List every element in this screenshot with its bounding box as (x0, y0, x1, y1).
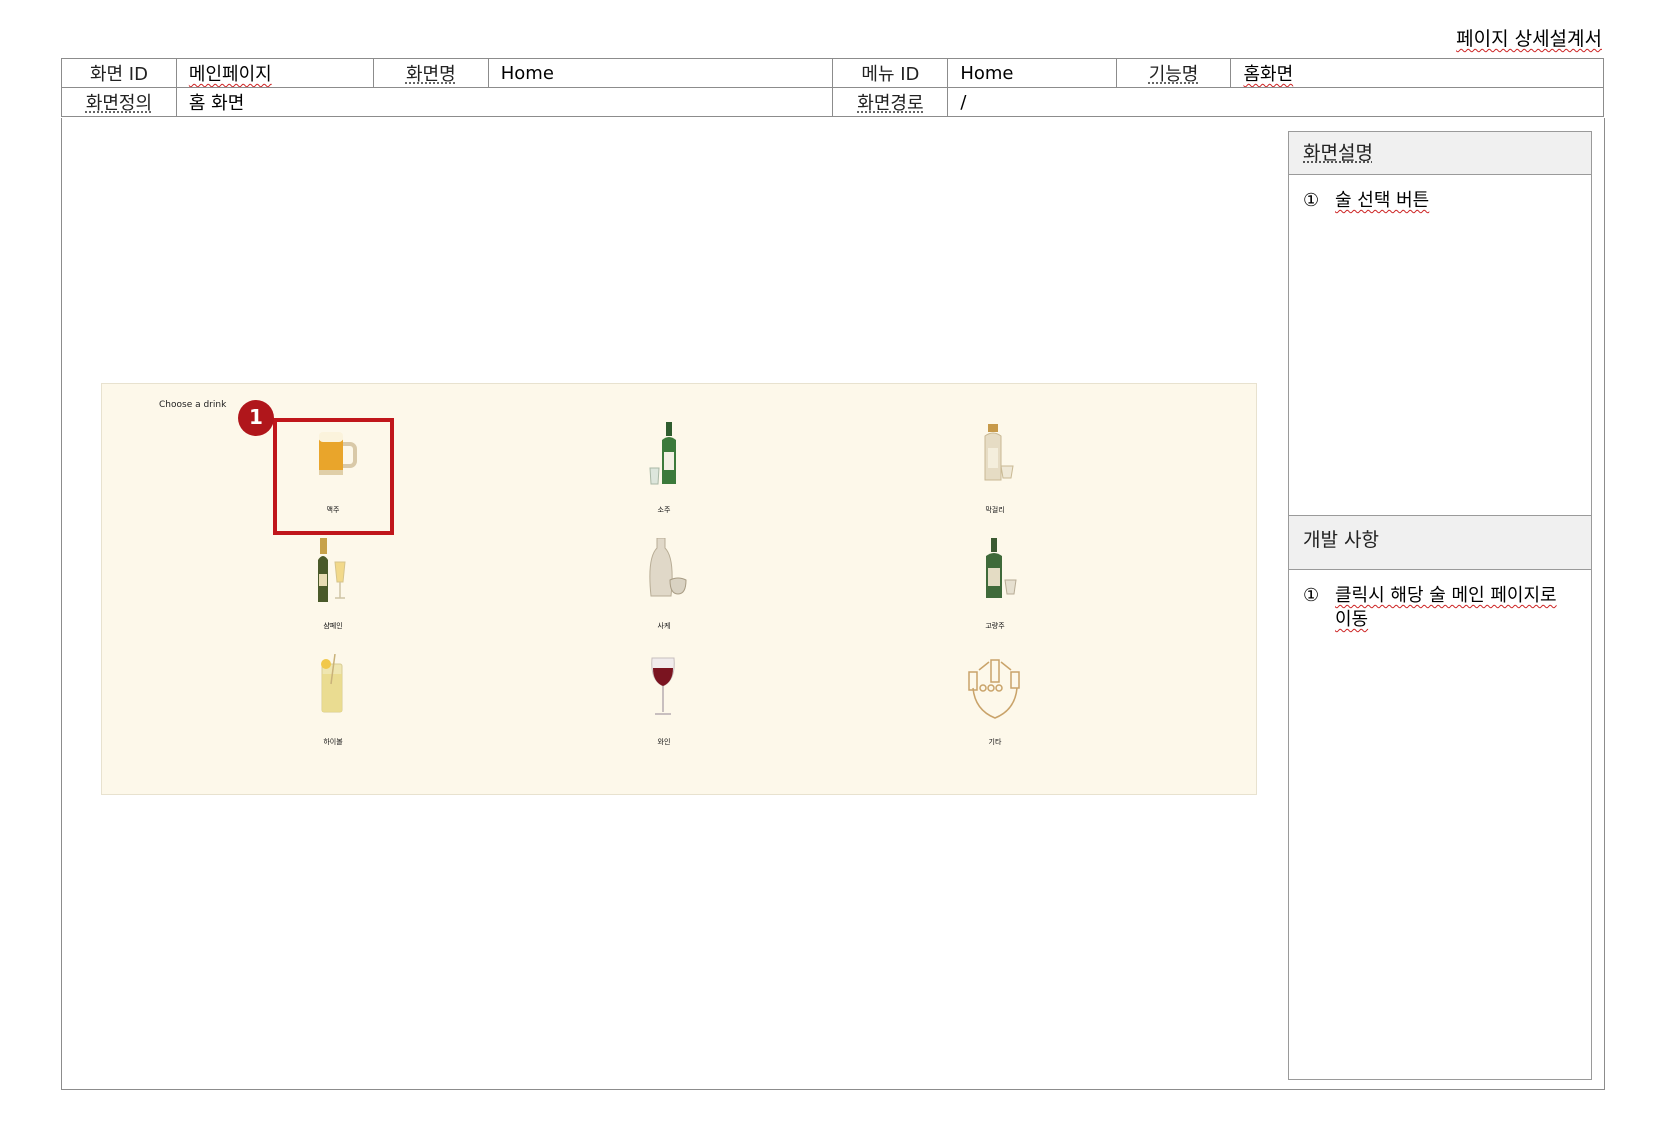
item-text: 클릭시 해당 술 메인 페이지로 이동 (1335, 585, 1557, 630)
drink-button-makgeolli[interactable]: 막걸리 (940, 418, 1050, 528)
drink-button-wine[interactable]: 와인 (609, 650, 719, 760)
makgeolli-bottle-icon (984, 424, 1014, 481)
mockup-title: Choose a drink (159, 400, 227, 410)
definition-label: 화면정의 (61, 87, 177, 117)
description-panel: 화면설명 ① 술 선택 버튼 (1288, 131, 1592, 516)
drink-button-sake[interactable]: 사케 (609, 534, 719, 644)
development-title: 개발 사항 (1289, 516, 1591, 570)
drink-button-champagne[interactable]: 샴페인 (278, 534, 388, 644)
drink-label: 기타 (988, 738, 1002, 746)
highball-icon (321, 654, 343, 713)
document-title: 페이지 상세설계서 (1456, 28, 1602, 50)
meta-row-2: 화면정의 홈 화면 화면경로 / (61, 87, 1604, 117)
screen-id-label: 화면 ID (61, 58, 177, 88)
path-label: 화면경로 (832, 87, 949, 117)
annotation-marker: 1 (238, 400, 274, 436)
drink-button-kaoliang[interactable]: 고량주 (940, 534, 1050, 644)
drink-label: 고량주 (985, 622, 1005, 630)
screen-name-label: 화면명 (372, 58, 489, 88)
drink-button-highball[interactable]: 하이볼 (278, 650, 388, 760)
item-number: ① (1303, 585, 1320, 606)
drink-label: 샴페인 (323, 622, 343, 630)
function-name-label: 기능명 (1115, 58, 1232, 88)
drink-label: 소주 (657, 506, 671, 514)
wine-glass-icon (651, 657, 675, 715)
drink-button-other[interactable]: 기타 (940, 650, 1050, 760)
function-name-value: 홈화면 (1230, 58, 1604, 88)
drink-label: 하이볼 (323, 738, 343, 746)
kaoliang-bottle-icon (986, 538, 1017, 598)
description-title: 화면설명 (1289, 132, 1591, 175)
other-drinks-icon (968, 659, 1020, 719)
sake-icon (649, 538, 687, 597)
development-item: ① 클릭시 해당 술 메인 페이지로 이동 (1303, 584, 1577, 632)
item-number: ① (1303, 190, 1320, 211)
meta-table: 화면 ID 메인페이지 화면명 Home 메뉴 ID Home 기능명 홈화면 … (61, 58, 1604, 117)
development-panel: 개발 사항 ① 클릭시 해당 술 메인 페이지로 이동 (1288, 515, 1592, 1080)
menu-id-label: 메뉴 ID (832, 58, 949, 88)
drink-label: 막걸리 (985, 506, 1005, 514)
menu-id-value: Home (947, 58, 1117, 88)
drink-label: 사케 (657, 622, 671, 630)
description-body: ① 술 선택 버튼 (1289, 175, 1591, 227)
definition-value: 홈 화면 (175, 87, 834, 117)
annotation-highlight-box (273, 418, 394, 535)
soju-bottle-icon (649, 422, 676, 485)
path-value: / (947, 87, 1604, 117)
drink-button-soju[interactable]: 소주 (609, 418, 719, 528)
screen-id-value: 메인페이지 (175, 58, 374, 88)
meta-row-1: 화면 ID 메인페이지 화면명 Home 메뉴 ID Home 기능명 홈화면 (61, 58, 1604, 88)
description-item: ① 술 선택 버튼 (1303, 189, 1577, 213)
item-text: 술 선택 버튼 (1335, 190, 1430, 211)
development-body: ① 클릭시 해당 술 메인 페이지로 이동 (1289, 570, 1591, 646)
screen-name-value: Home (487, 58, 834, 88)
champagne-icon (318, 538, 346, 602)
drink-label: 와인 (657, 738, 671, 746)
